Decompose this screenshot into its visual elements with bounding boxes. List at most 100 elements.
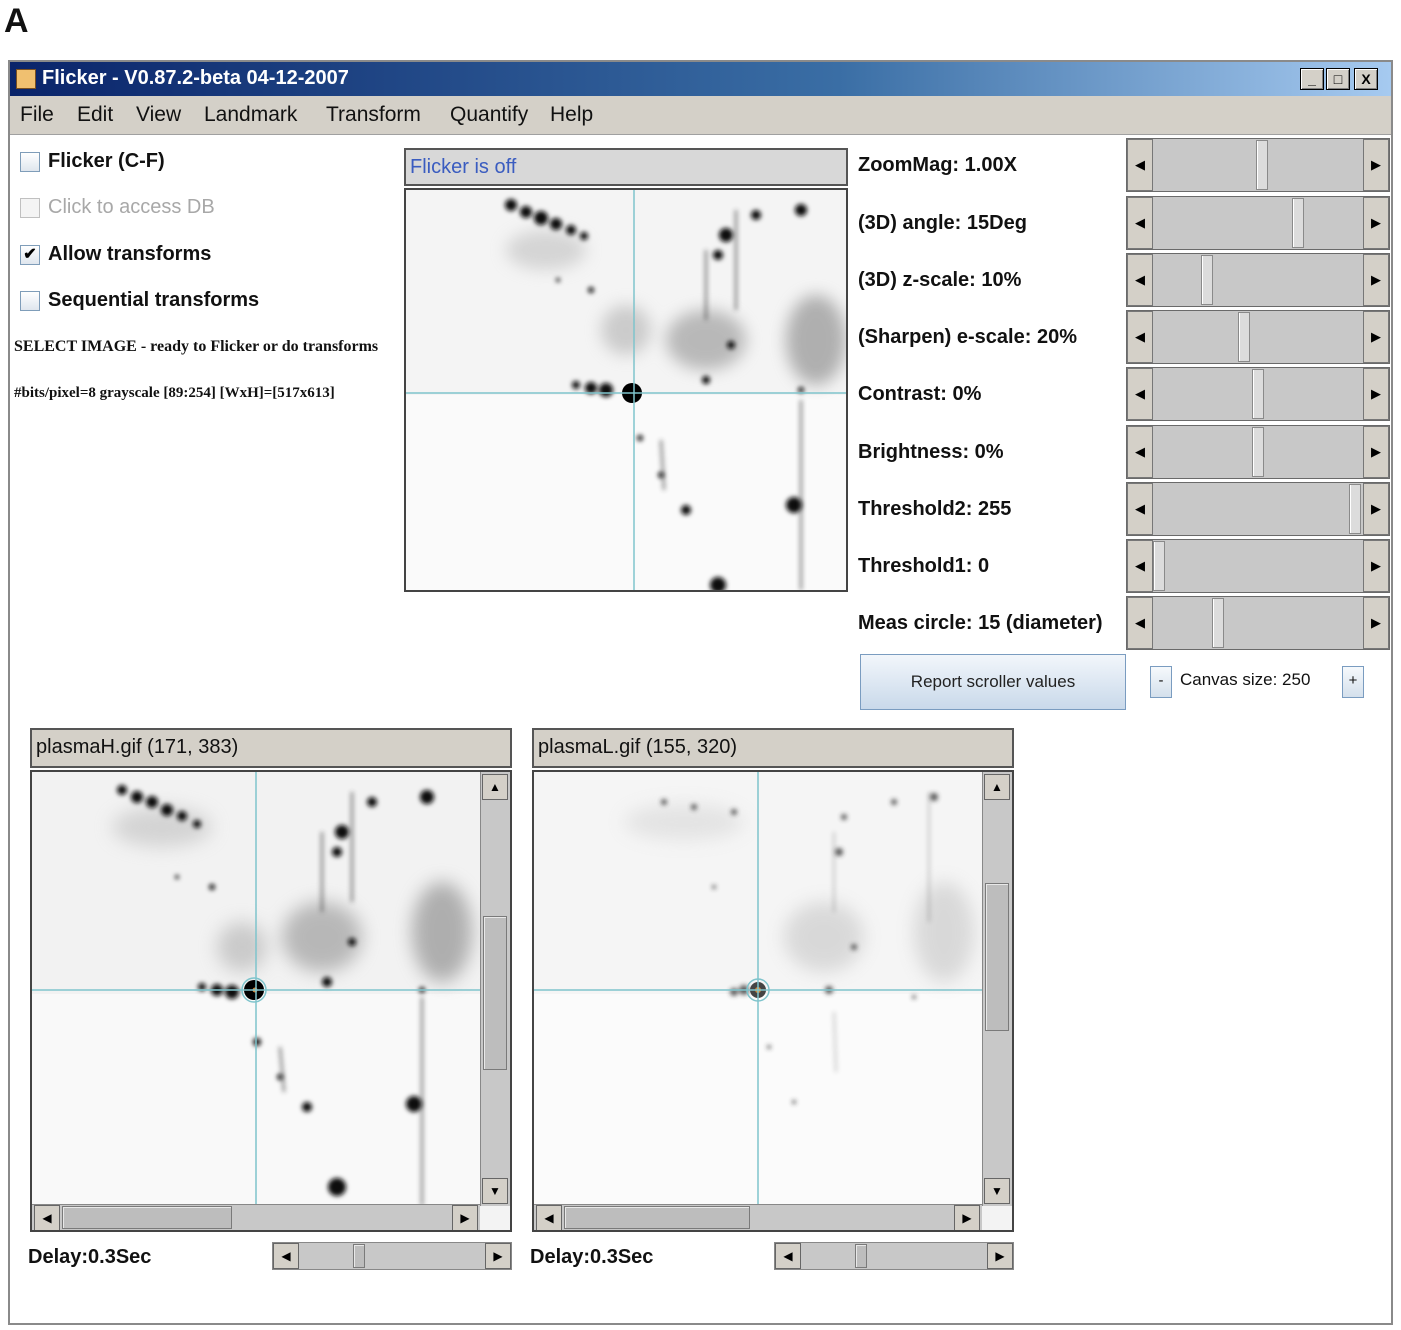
slider-right-arrow-icon[interactable]: ▶ [1363, 368, 1389, 420]
close-button[interactable]: X [1354, 68, 1378, 90]
zoommag-slider[interactable]: ◀ ▶ [1126, 138, 1390, 192]
plasmal-delay-slider[interactable]: ◀ ▶ [774, 1242, 1014, 1270]
maximize-button[interactable]: □ [1326, 68, 1350, 90]
plasmah-gel-view[interactable]: ▲ ▼ ◀ ▶ [30, 770, 512, 1232]
z-scale-3d-slider-thumb[interactable] [1201, 255, 1213, 305]
plasmal-horizontal-scroll-thumb[interactable] [564, 1206, 750, 1229]
slider-left-arrow-icon[interactable]: ◀ [1127, 483, 1153, 535]
figure-label: A [4, 2, 29, 40]
menu-help[interactable]: Help [550, 103, 593, 127]
menu-edit[interactable]: Edit [77, 103, 113, 127]
scroll-right-arrow-icon[interactable]: ▶ [452, 1205, 478, 1230]
contrast-slider[interactable]: ◀ ▶ [1126, 367, 1390, 421]
delay-left-arrow-icon[interactable]: ◀ [273, 1243, 299, 1269]
meas-circle-slider-thumb[interactable] [1212, 598, 1224, 648]
angle-3d-label: (3D) angle: 15Deg [858, 212, 1027, 234]
slider-right-arrow-icon[interactable]: ▶ [1363, 311, 1389, 363]
app-window: Flicker - V0.87.2-beta 04-12-2007 _ □ X … [8, 60, 1393, 1325]
threshold2-slider[interactable]: ◀ ▶ [1126, 482, 1390, 536]
zoommag-label: ZoomMag: 1.00X [858, 154, 1017, 176]
plasmah-delay-slider[interactable]: ◀ ▶ [272, 1242, 512, 1270]
plasmah-vertical-scroll-thumb[interactable] [483, 916, 507, 1070]
scroll-down-arrow-icon[interactable]: ▼ [984, 1178, 1010, 1204]
menu-transform[interactable]: Transform [326, 103, 421, 127]
slider-right-arrow-icon[interactable]: ▶ [1363, 540, 1389, 592]
slider-right-arrow-icon[interactable]: ▶ [1363, 197, 1389, 249]
canvas-size-increase-button[interactable]: + [1342, 666, 1364, 698]
angle-3d-slider-thumb[interactable] [1292, 198, 1304, 248]
slider-right-arrow-icon[interactable]: ▶ [1363, 254, 1389, 306]
access-db-checkbox-label: Click to access DB [48, 196, 215, 218]
flicker-checkbox[interactable] [20, 151, 40, 172]
contrast-slider-thumb[interactable] [1252, 369, 1264, 419]
select-image-status: SELECT IMAGE - ready to Flicker or do tr… [14, 338, 379, 355]
menu-landmark[interactable]: Landmark [204, 103, 297, 127]
scroll-left-arrow-icon[interactable]: ◀ [34, 1205, 60, 1230]
plasmah-vertical-scrollbar[interactable]: ▲ ▼ [480, 772, 510, 1206]
flicker-checkbox-label: Flicker (C-F) [48, 150, 165, 172]
sharpen-e-scale-slider-thumb[interactable] [1238, 312, 1250, 362]
threshold1-slider-thumb[interactable] [1153, 541, 1165, 591]
allow-transforms-checkbox[interactable]: ✔ [20, 244, 40, 265]
sharpen-e-scale-label: (Sharpen) e-scale: 20% [858, 326, 1077, 348]
scroll-up-arrow-icon[interactable]: ▲ [482, 774, 508, 800]
report-scroller-values-button[interactable]: Report scroller values [860, 654, 1126, 710]
slider-left-arrow-icon[interactable]: ◀ [1127, 139, 1153, 191]
slider-left-arrow-icon[interactable]: ◀ [1127, 311, 1153, 363]
plasmal-vertical-scroll-thumb[interactable] [985, 883, 1009, 1031]
zoommag-slider-thumb[interactable] [1256, 140, 1268, 190]
brightness-slider[interactable]: ◀ ▶ [1126, 425, 1390, 479]
z-scale-3d-slider[interactable]: ◀ ▶ [1126, 253, 1390, 307]
plasmal-delay-thumb[interactable] [855, 1244, 867, 1268]
scroll-left-arrow-icon[interactable]: ◀ [536, 1205, 562, 1230]
slider-right-arrow-icon[interactable]: ▶ [1363, 426, 1389, 478]
flicker-gel-view[interactable] [404, 188, 848, 592]
access-db-checkbox-row[interactable]: Click to access DB [20, 196, 215, 219]
menu-file[interactable]: File [20, 103, 54, 127]
scroll-up-arrow-icon[interactable]: ▲ [984, 774, 1010, 800]
slider-left-arrow-icon[interactable]: ◀ [1127, 597, 1153, 649]
plasmal-vertical-scrollbar[interactable]: ▲ ▼ [982, 772, 1012, 1206]
menu-quantify[interactable]: Quantify [450, 103, 528, 127]
menu-view[interactable]: View [136, 103, 181, 127]
delay-right-arrow-icon[interactable]: ▶ [485, 1243, 511, 1269]
threshold1-slider[interactable]: ◀ ▶ [1126, 539, 1390, 593]
title-bar[interactable]: Flicker - V0.87.2-beta 04-12-2007 _ □ X [10, 62, 1391, 96]
delay-left-arrow-icon[interactable]: ◀ [775, 1243, 801, 1269]
slider-right-arrow-icon[interactable]: ▶ [1363, 139, 1389, 191]
plasmah-horizontal-scrollbar[interactable]: ◀ ▶ [32, 1204, 480, 1230]
plasmah-horizontal-scroll-thumb[interactable] [62, 1206, 232, 1229]
slider-right-arrow-icon[interactable]: ▶ [1363, 597, 1389, 649]
plasmal-gel-view[interactable]: ▲ ▼ ◀ ▶ [532, 770, 1014, 1232]
slider-left-arrow-icon[interactable]: ◀ [1127, 254, 1153, 306]
slider-left-arrow-icon[interactable]: ◀ [1127, 426, 1153, 478]
plasmah-gel-image [32, 772, 482, 1206]
brightness-label: Brightness: 0% [858, 441, 1004, 463]
minimize-button[interactable]: _ [1300, 68, 1324, 90]
meas-circle-label: Meas circle: 15 (diameter) [858, 612, 1103, 634]
threshold2-slider-thumb[interactable] [1349, 484, 1361, 534]
plasmah-delay-thumb[interactable] [353, 1244, 365, 1268]
slider-right-arrow-icon[interactable]: ▶ [1363, 483, 1389, 535]
brightness-slider-thumb[interactable] [1252, 427, 1264, 477]
threshold2-label: Threshold2: 255 [858, 498, 1012, 520]
sharpen-e-scale-slider[interactable]: ◀ ▶ [1126, 310, 1390, 364]
meas-circle-slider[interactable]: ◀ ▶ [1126, 596, 1390, 650]
scroll-right-arrow-icon[interactable]: ▶ [954, 1205, 980, 1230]
sequential-transforms-checkbox-label: Sequential transforms [48, 289, 260, 311]
allow-transforms-checkbox-row[interactable]: ✔ Allow transforms [20, 243, 211, 266]
slider-left-arrow-icon[interactable]: ◀ [1127, 197, 1153, 249]
delay-right-arrow-icon[interactable]: ▶ [987, 1243, 1013, 1269]
sequential-transforms-checkbox-row[interactable]: Sequential transforms [20, 289, 259, 312]
plasmah-panel-title: plasmaH.gif (171, 383) [30, 728, 512, 768]
canvas-size-decrease-button[interactable]: - [1150, 666, 1172, 698]
sequential-transforms-checkbox[interactable] [20, 290, 40, 311]
flicker-checkbox-row[interactable]: Flicker (C-F) [20, 150, 165, 173]
window-title: Flicker - V0.87.2-beta 04-12-2007 [42, 67, 349, 89]
scroll-down-arrow-icon[interactable]: ▼ [482, 1178, 508, 1204]
angle-3d-slider[interactable]: ◀ ▶ [1126, 196, 1390, 250]
slider-left-arrow-icon[interactable]: ◀ [1127, 540, 1153, 592]
access-db-checkbox[interactable] [20, 197, 40, 218]
slider-left-arrow-icon[interactable]: ◀ [1127, 368, 1153, 420]
plasmal-horizontal-scrollbar[interactable]: ◀ ▶ [534, 1204, 982, 1230]
